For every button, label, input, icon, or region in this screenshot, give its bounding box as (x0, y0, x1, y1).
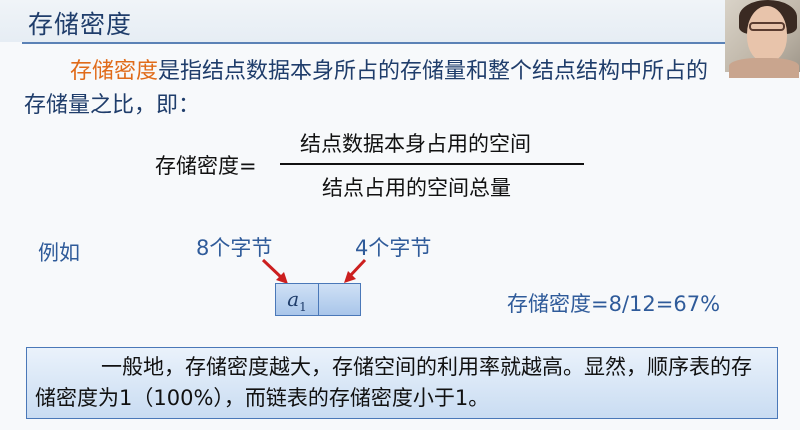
node-data-cell: a1 (276, 284, 319, 315)
density-result: 存储密度=8/12=67% (507, 292, 721, 316)
node-data-subscript: 1 (299, 300, 307, 314)
list-node: a1 (275, 283, 361, 316)
summary-text-wrap: 一般地，存储密度越大，存储空间的利用率就越高。显然，顺序表的存储密度为1（100… (35, 352, 771, 414)
summary-box: 一般地，存储密度越大，存储空间的利用率就越高。显然，顺序表的存储密度为1（100… (26, 347, 778, 419)
summary-text: 一般地，存储密度越大，存储空间的利用率就越高。显然，顺序表的存储密度为1（100… (35, 355, 752, 410)
slide: 存储密度 存储密度是指结点数据本身所占的存储量和整个结点结构中所占的存储量之比，… (0, 0, 800, 430)
node-data-var: a (287, 287, 300, 311)
